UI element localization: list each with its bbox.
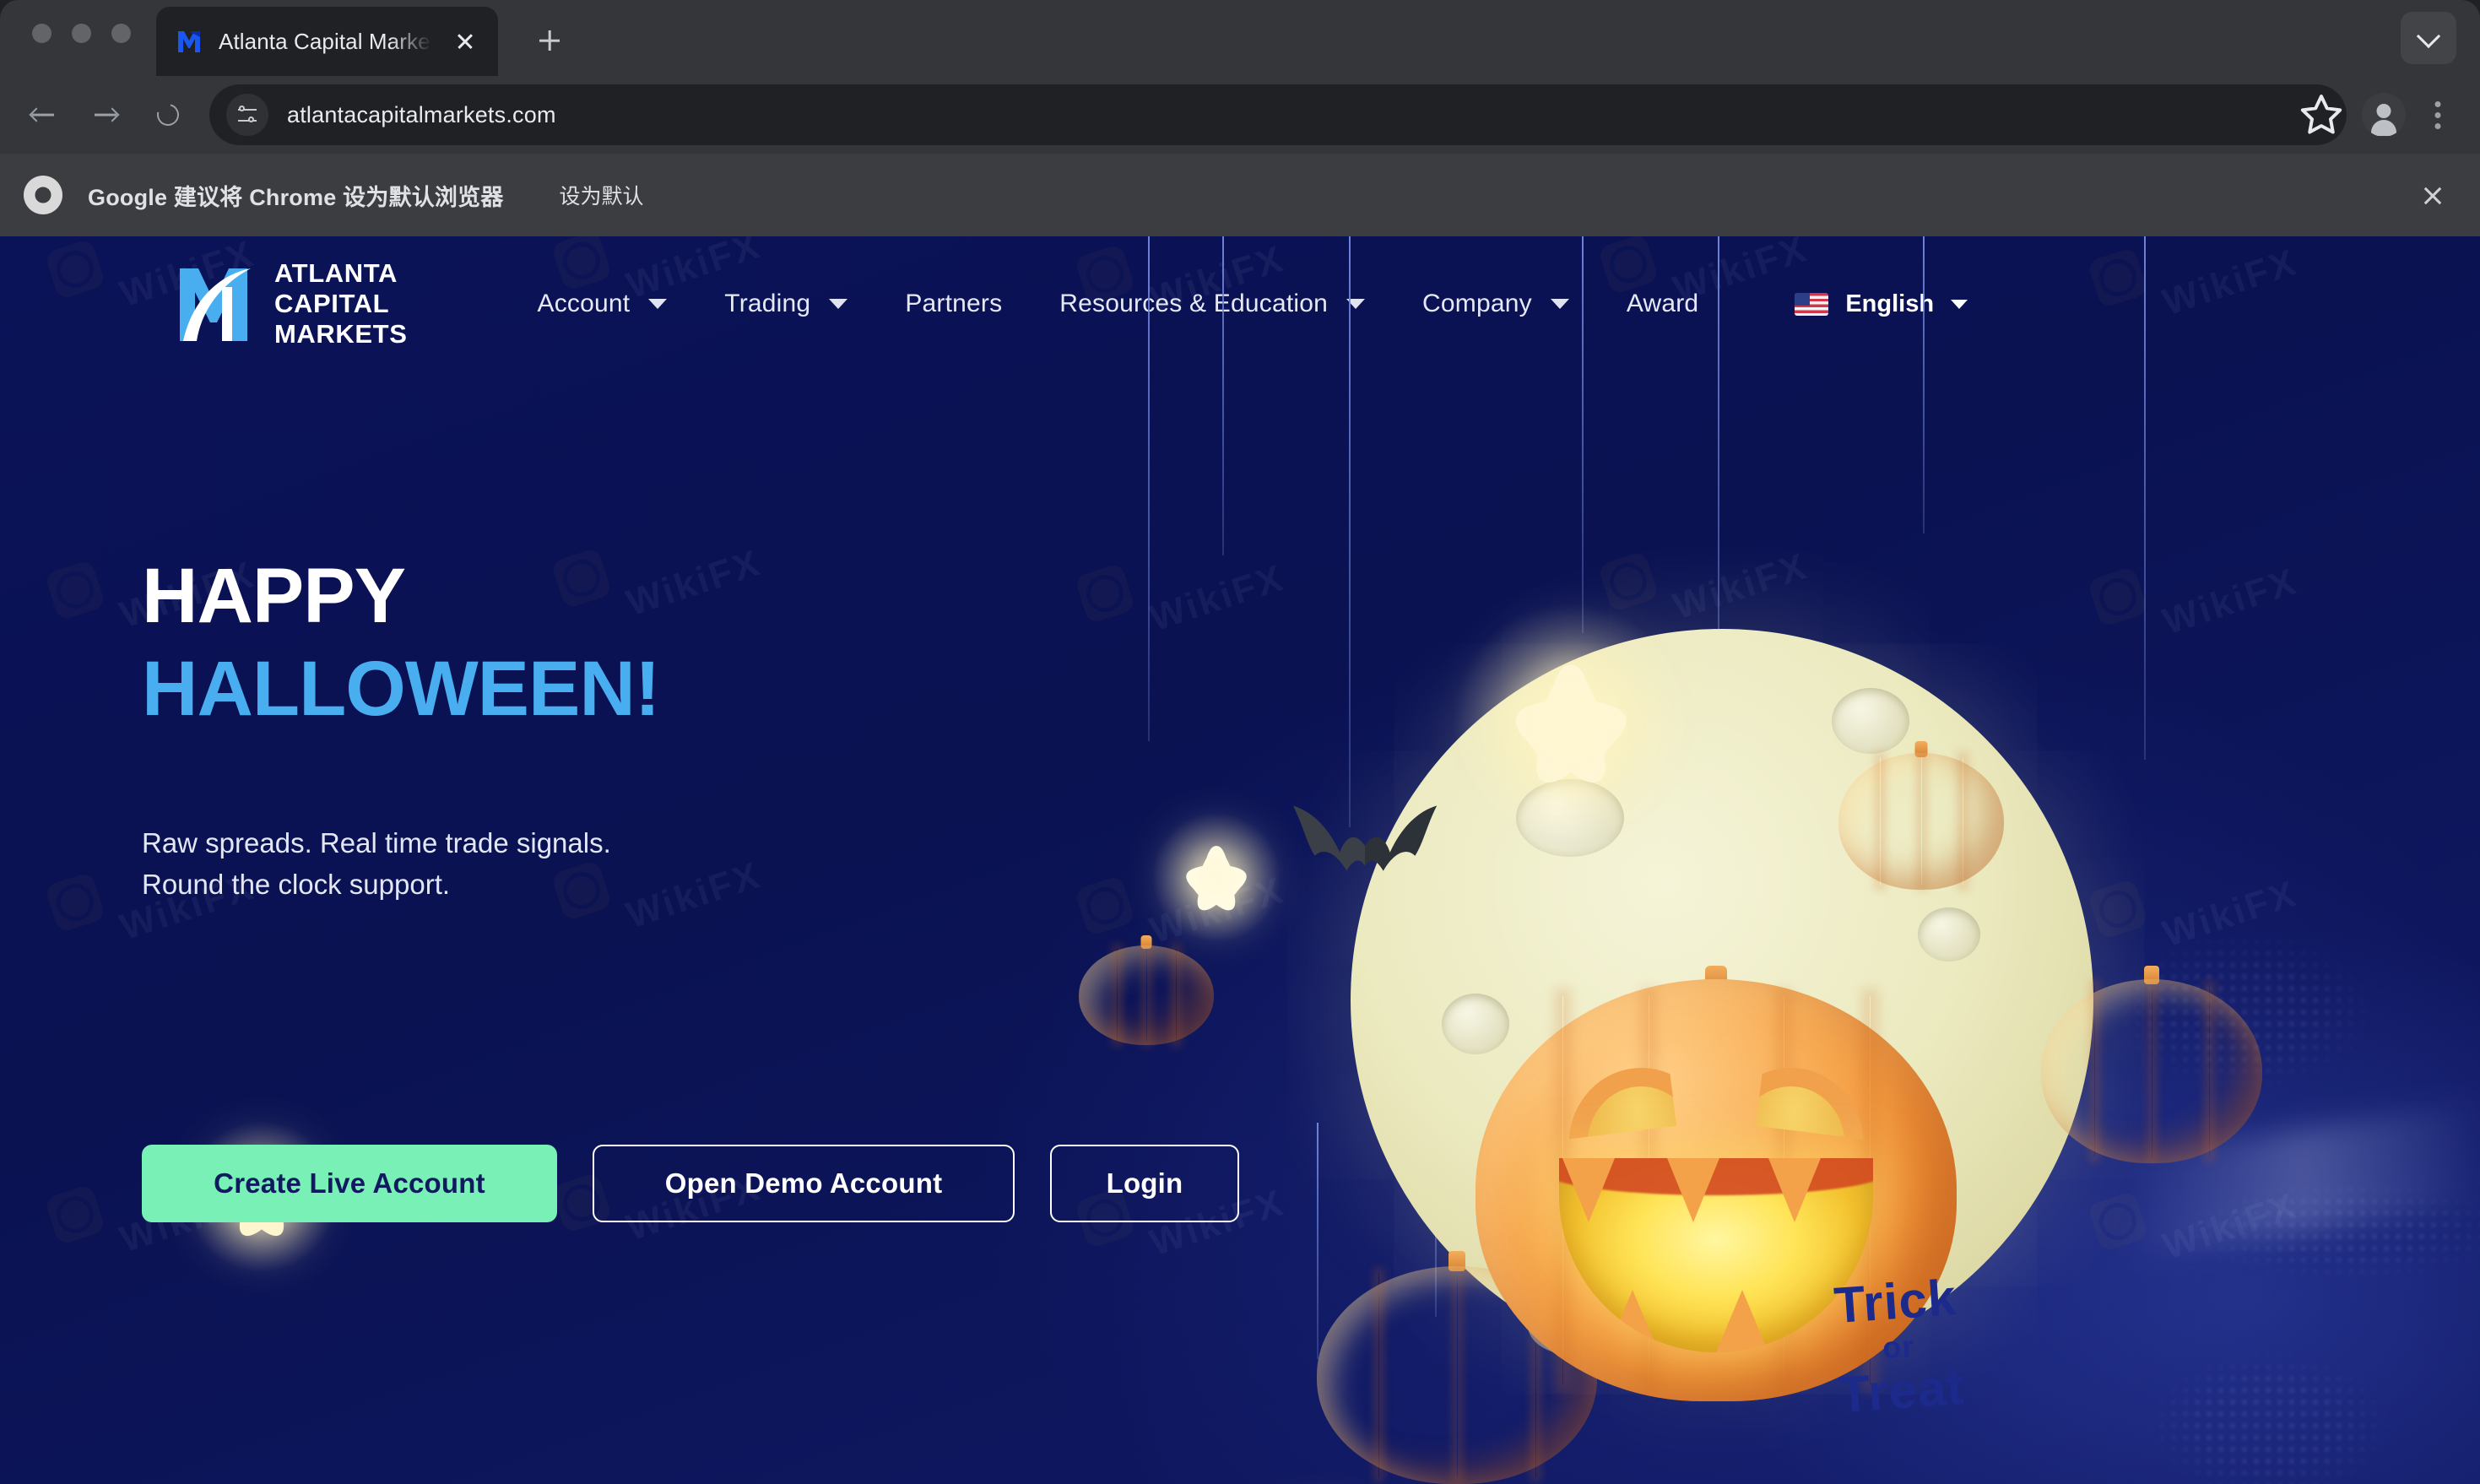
hanging-string	[1349, 236, 1351, 827]
m-logo-favicon	[175, 27, 203, 56]
hero-copy: HAPPY HALLOWEEN! Raw spreads. Real time …	[142, 553, 1113, 906]
trick-text: Trick	[1832, 1269, 1959, 1335]
address-bar[interactable]: atlantacapitalmarkets.com	[209, 84, 2347, 145]
window-traffic-lights[interactable]	[32, 24, 131, 43]
page-viewport: WikiFX WikiFX WikiFX WikiFX WikiFX WikiF…	[0, 236, 2480, 1484]
jack-o-lantern-right-eye	[1756, 1064, 1872, 1139]
trick-or-treat-text: Trick or Treat	[1831, 1269, 1967, 1423]
window-close-button[interactable]	[32, 24, 51, 43]
bat-icon	[1290, 793, 1440, 886]
infobar-message: Google 建议将 Chrome 设为默认浏览器	[88, 184, 504, 210]
hanging-string	[1148, 236, 1150, 741]
reload-icon[interactable]	[142, 89, 194, 141]
window-maximize-button[interactable]	[111, 24, 131, 43]
browser-window: Atlanta Capital Markets - Atla atlantaca…	[0, 0, 2480, 1484]
glowing-star	[1450, 601, 1692, 842]
star-icon[interactable]	[2298, 91, 2345, 138]
chrome-logo-icon	[24, 176, 62, 214]
hanging-pumpkin	[1838, 741, 2004, 890]
hero-headline-line-1: HAPPY	[142, 553, 406, 639]
three-dot-menu-icon[interactable]	[2419, 93, 2456, 137]
tab-strip: Atlanta Capital Markets - Atla	[0, 0, 2480, 76]
window-minimize-button[interactable]	[72, 24, 91, 43]
tab-search-chevron-down-icon[interactable]	[2401, 12, 2456, 64]
create-live-account-button[interactable]: Create Live Account	[142, 1145, 557, 1222]
hanging-string	[1923, 236, 1925, 533]
forward-arrow-icon[interactable]	[79, 89, 132, 141]
tab-close-icon[interactable]	[447, 24, 483, 59]
glowing-star	[1151, 811, 1282, 943]
hero-cta-group: Create Live Account Open Demo Account Lo…	[142, 1145, 1239, 1222]
jack-o-lantern-left-eye	[1560, 1064, 1676, 1139]
login-button[interactable]: Login	[1050, 1145, 1239, 1222]
profile-avatar-icon[interactable]	[2362, 93, 2406, 137]
tab-title: Atlanta Capital Markets - Atla	[219, 28, 432, 54]
hero-subtitle: Raw spreads. Real time trade signals. Ro…	[142, 822, 1113, 906]
hero-headline-line-2: HALLOWEEN!	[142, 645, 660, 732]
address-bar-url: atlantacapitalmarkets.com	[287, 101, 556, 127]
hanging-string	[1222, 236, 1224, 555]
infobar-close-icon[interactable]	[2414, 177, 2451, 214]
browser-tab[interactable]: Atlanta Capital Markets - Atla	[156, 7, 498, 76]
hanging-string	[2144, 236, 2146, 760]
hero-subtitle-line-2: Round the clock support.	[142, 869, 451, 901]
hero-subtitle-line-1: Raw spreads. Real time trade signals.	[142, 826, 611, 858]
set-as-default-button[interactable]: 设为默认	[543, 171, 661, 219]
treat-text: Treat	[1837, 1357, 1967, 1423]
default-browser-infobar: Google 建议将 Chrome 设为默认浏览器 设为默认	[0, 154, 2480, 236]
back-arrow-icon[interactable]	[17, 89, 69, 141]
hanging-pumpkin	[2041, 966, 2262, 1163]
hanging-pumpkin	[1079, 935, 1214, 1045]
hanging-string	[1582, 236, 1584, 633]
site-settings-icon[interactable]	[226, 94, 268, 136]
open-demo-account-button[interactable]: Open Demo Account	[593, 1145, 1015, 1222]
new-tab-button[interactable]	[528, 19, 571, 62]
